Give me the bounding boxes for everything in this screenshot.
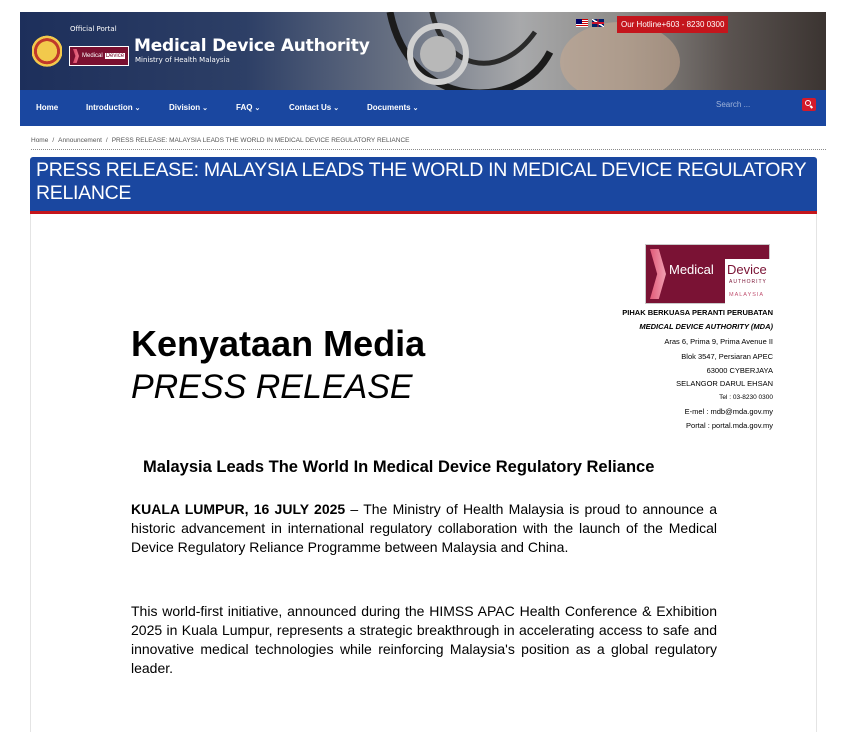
nav-item-home[interactable]: Home <box>36 90 58 126</box>
search-icon-handle <box>809 105 814 109</box>
address-org-malay: PIHAK BERKUASA PERANTI PERUBATAN <box>622 308 773 317</box>
page-title: PRESS RELEASE: MALAYSIA LEADS THE WORLD … <box>36 159 806 204</box>
breadcrumb-announcement[interactable]: Announcement <box>58 137 102 144</box>
logo-malaysia-text: MALAYSIA <box>729 292 765 298</box>
nav-label: Documents <box>367 103 411 112</box>
chevron-down-icon: ⌄ <box>202 105 208 112</box>
address-org-english: MEDICAL DEVICE AUTHORITY (MDA) <box>639 322 773 331</box>
heading-english: PRESS RELEASE <box>131 368 413 406</box>
address-line-2: Blok 3547, Persiaran APEC <box>681 352 773 361</box>
chevron-down-icon: ⌄ <box>333 105 340 112</box>
press-headline: Malaysia Leads The World In Medical Devi… <box>143 458 655 476</box>
mda-chevron-icon <box>73 49 79 63</box>
logo-medical-text: Medical <box>669 262 714 277</box>
nav-label: Contact Us <box>289 103 332 112</box>
heading-malay: Kenyataan Media <box>131 323 426 364</box>
nav-item-documents[interactable]: Documents ⌄ <box>367 90 418 126</box>
breadcrumb: Home / Announcement / PRESS RELEASE: MALAYSI… <box>31 137 409 144</box>
chevron-down-icon: ⌄ <box>134 105 141 112</box>
address-line-1: Aras 6, Prima 9, Prima Avenue II <box>664 337 773 346</box>
mda-chevron-icon <box>650 249 666 299</box>
logo-word-medical: Medical <box>82 53 103 59</box>
official-portal-label: Official Portal <box>70 25 117 33</box>
nav-label: Introduction <box>86 103 133 112</box>
address-tel: Tel : 03-8230 0300 <box>719 394 773 401</box>
paragraph-2: This world-first initiative, announced d… <box>131 603 717 676</box>
address-line-4: SELANGOR DARUL EHSAN <box>676 379 773 388</box>
breadcrumb-current: PRESS RELEASE: MALAYSIA LEADS THE WORLD … <box>111 137 410 144</box>
breadcrumb-divider <box>31 149 826 150</box>
malaysia-coat-of-arms-icon <box>32 35 62 71</box>
chevron-down-icon: ⌄ <box>254 105 261 112</box>
dateline: KUALA LUMPUR, 16 JULY 2025 <box>131 501 346 517</box>
breadcrumb-home[interactable]: Home <box>31 137 48 144</box>
address-email: E-mel : mdb@mda.gov.my <box>684 407 773 416</box>
chevron-down-icon: ⌄ <box>412 105 419 112</box>
site-title[interactable]: Medical Device Authority <box>134 36 370 56</box>
nav-label: Division <box>169 103 201 112</box>
logo-device-text: Device <box>727 262 767 277</box>
paragraph-1: KUALA LUMPUR, 16 JULY 2025 – The Ministr… <box>131 500 717 557</box>
nav-label: Home <box>36 103 59 112</box>
malaysia-flag-icon[interactable] <box>576 19 588 27</box>
header-banner: Official Portal Medical Device Medical D… <box>20 12 826 90</box>
address-line-3: 63000 CYBERJAYA <box>706 366 773 375</box>
logo-word-device: Device <box>104 53 126 59</box>
site-subtitle: Ministry of Health Malaysia <box>135 56 230 64</box>
address-portal: Portal : portal.mda.gov.my <box>686 421 773 430</box>
mda-logo[interactable]: Medical Device <box>69 46 129 66</box>
mda-letterhead-logo: Medical Device AUTHORITY MALAYSIA <box>645 244 770 304</box>
nav-item-contact-us[interactable]: Contact Us ⌄ <box>289 90 339 126</box>
main-nav: Home Introduction ⌄ Division ⌄ FAQ ⌄ Contac… <box>20 90 826 126</box>
page-title-bar: PRESS RELEASE: MALAYSIA LEADS THE WORLD … <box>30 157 817 214</box>
breadcrumb-separator: / <box>105 137 108 144</box>
logo-authority-text: AUTHORITY <box>729 279 767 285</box>
search-button[interactable] <box>802 98 816 111</box>
nav-item-faq[interactable]: FAQ ⌄ <box>236 90 260 126</box>
nav-item-division[interactable]: Division ⌄ <box>169 90 208 126</box>
uk-flag-icon[interactable] <box>592 19 604 27</box>
breadcrumb-separator: / <box>52 137 55 144</box>
search-input[interactable]: Search ... <box>716 90 750 120</box>
nav-item-introduction[interactable]: Introduction ⌄ <box>86 90 141 126</box>
hotline-badge[interactable]: Our Hotline+603 - 8230 0300 <box>617 16 729 33</box>
nav-label: FAQ <box>236 103 253 112</box>
